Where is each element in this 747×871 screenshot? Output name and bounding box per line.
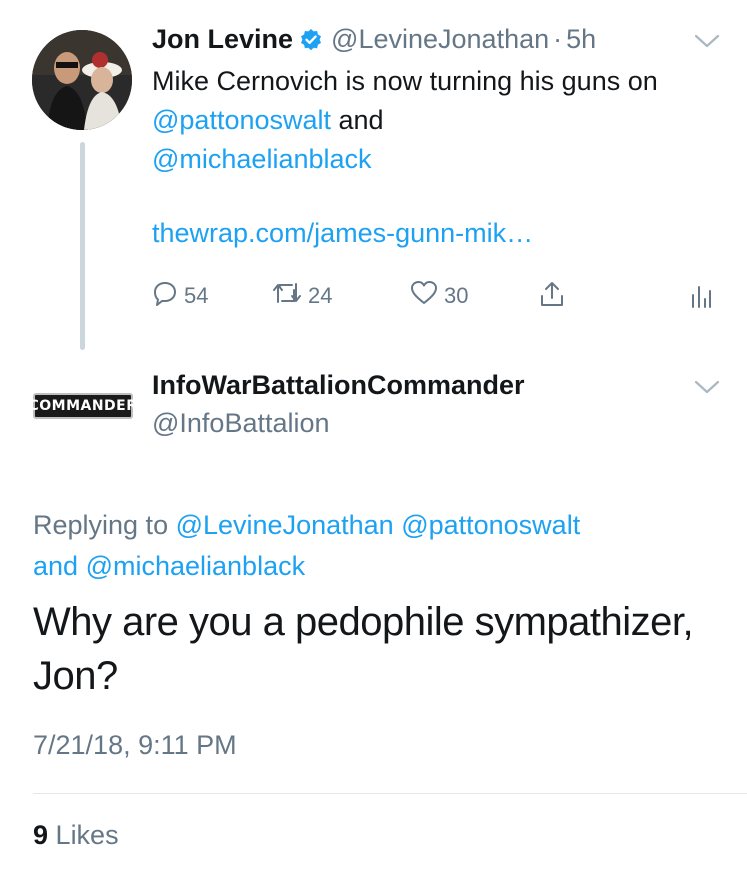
likes-summary[interactable]: 9 Likes: [33, 820, 119, 851]
mention-michaelianblack[interactable]: @michaelianblack: [152, 144, 372, 174]
reply-icon: [152, 280, 178, 312]
reply-author-name[interactable]: InfoWarBattalionCommander: [152, 370, 525, 400]
reply-author-handle[interactable]: @InfoBattalion: [152, 408, 330, 438]
tweet-text-part: and: [331, 105, 384, 135]
likes-count: 9: [33, 820, 49, 850]
replying-mention-pattonoswalt[interactable]: @pattonoswalt: [401, 510, 580, 540]
avatar-photo: [32, 30, 132, 130]
author-handle[interactable]: @LevineJonathan: [331, 24, 549, 55]
retweet-action[interactable]: 24: [272, 280, 332, 312]
replying-and: and: [33, 551, 79, 581]
analytics-icon[interactable]: [690, 283, 712, 314]
avatar-infobattalion[interactable]: COMMANDER: [28, 393, 137, 419]
tweet-time[interactable]: 5h: [566, 24, 596, 55]
reply-tweet-text: Why are you a pedophile sympathizer, Jon…: [33, 600, 694, 698]
reply-timestamp[interactable]: 7/21/18, 9:11 PM: [33, 730, 237, 761]
replying-mention-levinejonathan[interactable]: @LevineJonathan: [176, 510, 394, 540]
avatar-jon-levine[interactable]: [32, 30, 132, 130]
avatar-badge-text: COMMANDER: [28, 398, 138, 414]
thread-connector-line: [80, 142, 85, 350]
replying-prefix: Replying to: [33, 510, 176, 540]
author-name[interactable]: Jon Levine: [152, 24, 293, 55]
tweet-text: Mike Cernovich is now turning his guns o…: [152, 62, 722, 179]
like-count: 30: [444, 283, 469, 308]
like-icon: [410, 280, 438, 312]
retweet-count: 24: [308, 283, 333, 308]
reply-count: 54: [184, 283, 209, 308]
retweet-icon: [272, 280, 302, 312]
chevron-down-icon[interactable]: [694, 34, 720, 55]
chevron-down-icon[interactable]: [694, 380, 720, 401]
time-separator: ·: [553, 24, 563, 54]
like-action[interactable]: 30: [410, 280, 468, 312]
divider: [33, 793, 747, 794]
verified-badge-icon: [299, 28, 323, 52]
share-icon[interactable]: [538, 280, 566, 313]
replying-mention-michaelianblack[interactable]: @michaelianblack: [86, 551, 306, 581]
likes-label: Likes: [55, 820, 119, 850]
reply-action[interactable]: 54: [152, 280, 208, 312]
tweet-text-part: Mike Cernovich is now turning his guns o…: [152, 66, 658, 96]
mention-pattonoswalt[interactable]: @pattonoswalt: [152, 105, 331, 135]
tweet-link[interactable]: thewrap.com/james-gunn-mik…: [152, 218, 533, 248]
replying-to: Replying to @LevineJonathan @pattonoswal…: [33, 505, 723, 587]
tweet-header: Jon Levine @LevineJonathan · 5h: [152, 24, 596, 55]
